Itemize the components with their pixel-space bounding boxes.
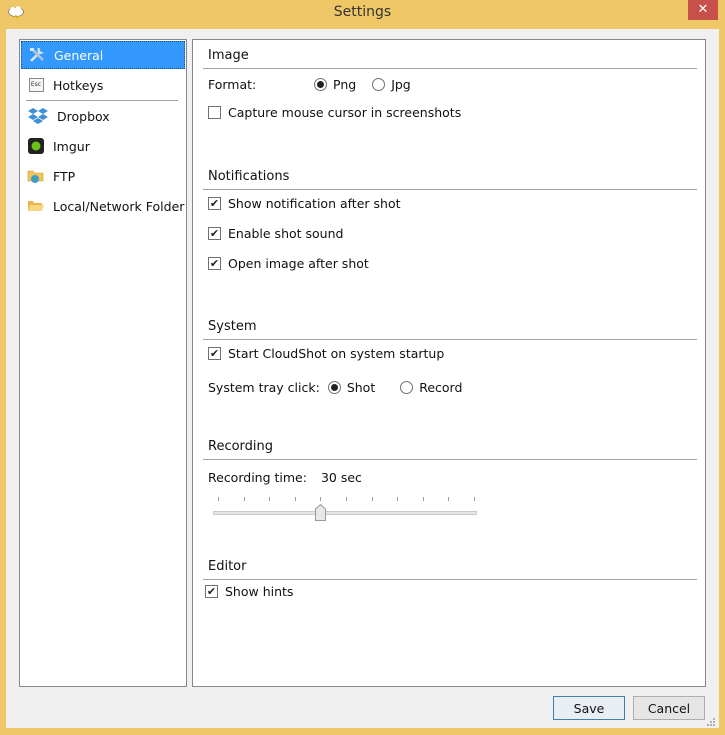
- section-title-editor: Editor: [208, 559, 247, 574]
- sidebar-item-ftp[interactable]: FTP: [21, 162, 185, 190]
- sidebar-item-dropbox[interactable]: Dropbox: [21, 102, 185, 130]
- format-label: Format:: [208, 77, 257, 92]
- checkmark-icon: ✔: [209, 197, 220, 210]
- radio-label: Shot: [346, 380, 376, 395]
- radio-label: Jpg: [391, 77, 411, 92]
- slider-tick: [269, 497, 271, 501]
- slider-tick: [474, 497, 475, 501]
- recording-time-slider[interactable]: [213, 497, 478, 527]
- recording-time-row: Recording time: 30 sec: [208, 470, 362, 485]
- radio-button[interactable]: [314, 78, 327, 91]
- enable-shot-sound-checkbox[interactable]: ✔ Enable shot sound: [208, 226, 343, 241]
- tray-radio-shot[interactable]: Shot: [327, 380, 400, 395]
- close-button[interactable]: ✕: [688, 0, 718, 20]
- radio-label: Record: [419, 380, 463, 395]
- checkbox-label: Show hints: [225, 584, 294, 599]
- slider-tick: [397, 497, 399, 501]
- section-title-notifications: Notifications: [208, 169, 290, 184]
- radio-label: Png: [333, 77, 357, 92]
- radio-button[interactable]: [372, 78, 386, 91]
- checkbox-label: Open image after shot: [228, 256, 369, 271]
- cancel-button-label: Cancel: [647, 700, 691, 716]
- checkbox-label: Start CloudShot on system startup: [228, 346, 445, 361]
- slider-thumb[interactable]: [315, 504, 327, 521]
- slider-tick: [320, 497, 322, 501]
- checkmark-icon: ✔: [209, 347, 220, 360]
- checkbox-label: Show notification after shot: [228, 196, 401, 211]
- radio-button[interactable]: [400, 381, 414, 394]
- checkmark-icon: ✔: [209, 227, 220, 240]
- format-radio-jpg[interactable]: Jpg: [372, 77, 411, 92]
- slider-tick: [294, 497, 296, 501]
- checkbox[interactable]: ✔: [205, 585, 218, 598]
- section-divider: [203, 459, 697, 460]
- sidebar-item-label: Hotkeys: [53, 77, 104, 93]
- checkbox-label: Capture mouse cursor in screenshots: [228, 105, 462, 120]
- show-notification-checkbox[interactable]: ✔ Show notification after shot: [208, 196, 401, 211]
- tray-radio-record[interactable]: Record: [400, 380, 462, 395]
- open-image-after-shot-checkbox[interactable]: ✔ Open image after shot: [208, 256, 369, 271]
- sidebar-item-label: Dropbox: [57, 108, 110, 124]
- slider-tick: [218, 497, 219, 501]
- sidebar-item-label: Imgur: [53, 138, 90, 154]
- dropbox-icon: [27, 107, 49, 125]
- section-divider: [203, 339, 697, 340]
- section-divider: [203, 68, 697, 69]
- settings-category-list: General Esc Hotkeys Dropbox Imgur FTP Lo…: [19, 39, 187, 687]
- checkbox-label: Enable shot sound: [228, 226, 344, 241]
- slider-tick: [422, 497, 424, 501]
- checkmark-icon: ✔: [206, 585, 217, 598]
- close-icon: ✕: [697, 2, 709, 17]
- sidebar-item-general[interactable]: General: [21, 41, 185, 69]
- capture-cursor-checkbox[interactable]: Capture mouse cursor in screenshots: [208, 105, 461, 120]
- folder-icon: [27, 197, 45, 215]
- window-title: Settings: [333, 4, 392, 20]
- slider-tick: [346, 497, 347, 501]
- ftp-folder-globe-icon: [27, 167, 45, 185]
- checkbox[interactable]: ✔: [208, 197, 221, 210]
- slider-track[interactable]: [213, 511, 477, 515]
- sidebar-item-imgur[interactable]: Imgur: [21, 132, 185, 160]
- save-button[interactable]: Save: [553, 696, 625, 720]
- slider-tick: [448, 497, 450, 501]
- show-hints-checkbox[interactable]: ✔ Show hints: [205, 584, 293, 599]
- sidebar-divider: [26, 100, 178, 101]
- checkmark-icon: ✔: [209, 257, 220, 270]
- checkbox[interactable]: ✔: [208, 257, 221, 270]
- title-bar: Settings ✕: [0, 0, 725, 28]
- radio-button[interactable]: [327, 381, 341, 394]
- sidebar-item-label: General: [54, 47, 104, 63]
- recording-time-label: Recording time:: [208, 470, 307, 485]
- slider-tick: [371, 497, 373, 501]
- general-settings-panel: Image Format: Png Jpg Capture mouse curs…: [192, 39, 706, 687]
- sidebar-item-local-network-folder[interactable]: Local/Network Folder: [21, 192, 185, 220]
- tray-click-row: System tray click: Shot Record: [208, 380, 462, 395]
- save-button-label: Save: [573, 700, 605, 716]
- checkbox[interactable]: ✔: [208, 227, 221, 240]
- section-divider: [203, 189, 697, 190]
- sidebar-item-label: FTP: [53, 168, 76, 184]
- resize-grip-icon[interactable]: [706, 717, 716, 727]
- section-divider: [203, 579, 697, 580]
- section-title-image: Image: [208, 48, 249, 63]
- settings-client-area: General Esc Hotkeys Dropbox Imgur FTP Lo…: [6, 29, 719, 728]
- checkbox[interactable]: ✔: [208, 347, 221, 360]
- sidebar-item-label: Local/Network Folder: [53, 198, 185, 214]
- esc-key-text: Esc: [28, 78, 44, 92]
- recording-time-value: 30 sec: [320, 470, 362, 485]
- sidebar-item-hotkeys[interactable]: Esc Hotkeys: [21, 71, 185, 99]
- esc-key-icon: Esc: [27, 76, 45, 94]
- cancel-button[interactable]: Cancel: [633, 696, 705, 720]
- slider-tick: [243, 497, 245, 501]
- tray-click-label: System tray click:: [208, 380, 320, 395]
- format-radio-png[interactable]: Png: [314, 77, 372, 92]
- format-row: Format: Png Jpg: [208, 77, 411, 92]
- imgur-icon: [27, 137, 45, 155]
- section-title-recording: Recording: [208, 439, 274, 454]
- checkbox[interactable]: [208, 106, 221, 119]
- section-title-system: System: [208, 319, 257, 334]
- start-on-startup-checkbox[interactable]: ✔ Start CloudShot on system startup: [208, 346, 444, 361]
- tools-icon: [28, 46, 46, 64]
